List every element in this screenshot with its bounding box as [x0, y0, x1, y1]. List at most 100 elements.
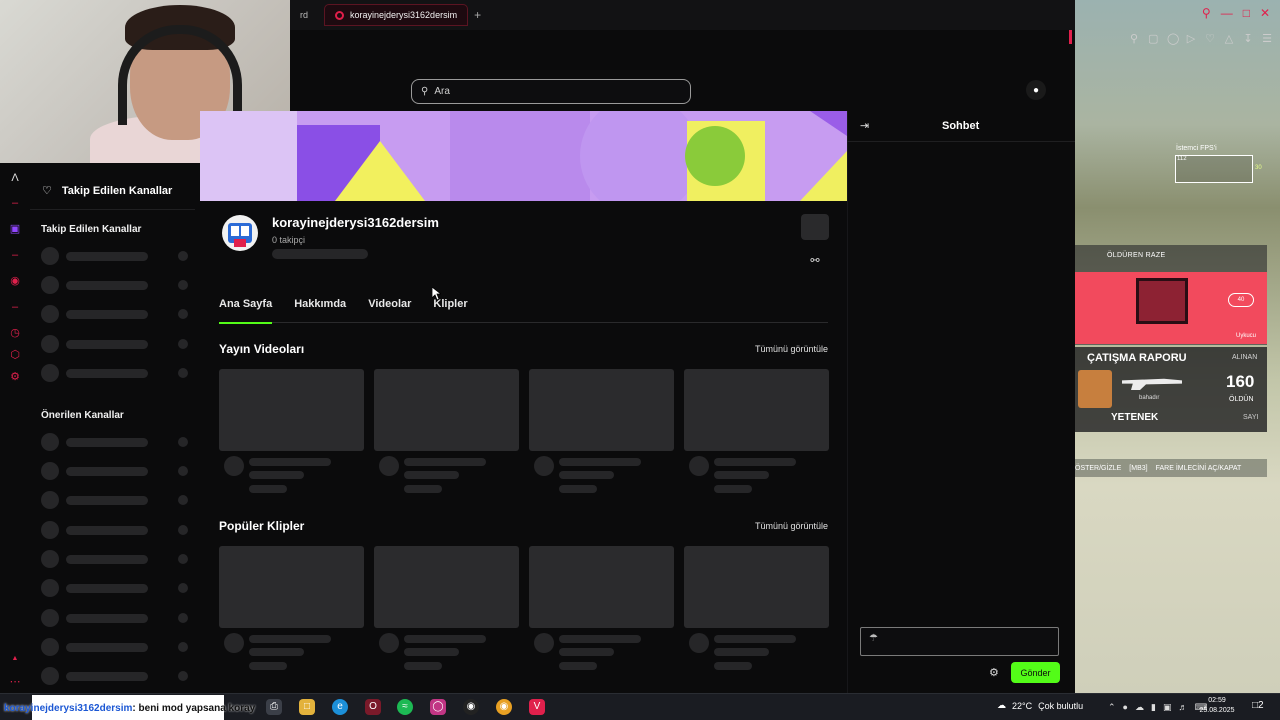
clock-icon[interactable]: ◷	[9, 327, 21, 339]
collapse-chat-icon[interactable]: ⇥	[860, 119, 869, 132]
dash-icon[interactable]: –	[9, 249, 21, 261]
tab-home[interactable]: Ana Sayfa	[219, 298, 273, 324]
hexagon-icon[interactable]: ⬡	[9, 349, 21, 361]
accent-marker	[1069, 30, 1072, 44]
history-icon[interactable]: △	[1224, 32, 1234, 45]
more-icon[interactable]: ⋯	[9, 676, 21, 688]
list-item[interactable]	[41, 462, 188, 480]
menu-icon[interactable]: ☰	[1262, 32, 1272, 45]
killer-title: Uykucu	[1236, 333, 1257, 339]
close-icon[interactable]: ✕	[1260, 6, 1270, 20]
notification-count: 2	[1258, 700, 1264, 711]
list-item[interactable]	[41, 305, 188, 323]
maximize-icon[interactable]: □	[1243, 6, 1250, 20]
list-item[interactable]	[41, 521, 188, 539]
dash-icon[interactable]: –	[9, 197, 21, 209]
toolbar-icons: ⚲ ▢ ◯ ▷ ♡ △ ↧ ☰	[1129, 32, 1272, 45]
chat-panel	[847, 111, 1075, 693]
list-item[interactable]	[41, 247, 188, 265]
agent-portrait-icon	[1078, 370, 1112, 408]
dash-icon[interactable]: –	[9, 301, 21, 313]
channel-banner	[200, 111, 847, 201]
valorant-icon[interactable]: V	[529, 699, 545, 715]
tab-videos[interactable]: Videolar	[368, 298, 411, 323]
video-card[interactable]	[684, 369, 829, 493]
tab-clips[interactable]: Klipler	[433, 298, 467, 323]
lock-icon: ☂	[869, 633, 878, 644]
clip-card[interactable]	[529, 546, 674, 670]
list-item[interactable]	[41, 335, 188, 353]
search-input[interactable]: ⚲ Ara	[411, 79, 691, 104]
download-icon[interactable]: ↧	[1243, 32, 1253, 45]
network-icon[interactable]: ▣	[1163, 702, 1172, 713]
tab-about[interactable]: Hakkımda	[294, 298, 346, 323]
obs-icon[interactable]: ◉	[463, 699, 479, 715]
clip-card[interactable]	[684, 546, 829, 670]
logo-icon[interactable]: Λ	[9, 172, 21, 184]
chat-title: Sohbet	[942, 120, 980, 132]
weather-temp: 22°C	[1012, 700, 1033, 711]
new-tab-button[interactable]: +	[474, 8, 481, 22]
list-item[interactable]	[41, 638, 188, 656]
shield-icon[interactable]: ◯	[1167, 32, 1179, 45]
spotify-icon[interactable]: ≈	[397, 699, 413, 715]
ticker-user: korayinejderysi3162dersim	[4, 703, 133, 714]
list-item[interactable]	[41, 550, 188, 568]
see-all-link[interactable]: Tümünü görüntüle	[755, 344, 828, 354]
list-item[interactable]	[41, 579, 188, 597]
video-card[interactable]	[374, 369, 519, 493]
damage-received-label: ALINAN	[1232, 354, 1258, 361]
twitch-icon[interactable]: ▣	[9, 223, 21, 235]
channel-avatar[interactable]	[222, 215, 258, 251]
minimize-icon[interactable]: —	[1221, 6, 1233, 20]
list-item[interactable]	[41, 433, 188, 451]
fps-secondary: 30	[1255, 165, 1262, 171]
search-icon[interactable]: ⚲	[1202, 6, 1211, 20]
user-avatar[interactable]: ●	[1026, 80, 1046, 100]
section-title: Popüler Klipler	[219, 519, 305, 533]
follow-button[interactable]	[801, 214, 829, 240]
ticker-message: korayinejderysi3162dersim: beni mod yaps…	[4, 703, 255, 714]
send-button[interactable]: Gönder	[1011, 662, 1060, 683]
video-card[interactable]	[529, 369, 674, 493]
chevron-up-icon[interactable]: ⌃	[1108, 702, 1116, 713]
chrome-icon[interactable]: ◉	[496, 699, 512, 715]
see-all-link[interactable]: Tümünü görüntüle	[755, 521, 828, 531]
circle-icon[interactable]: ◉	[9, 275, 21, 287]
clock[interactable]: 02:59 25.08.2025	[1197, 696, 1237, 716]
list-item[interactable]	[41, 364, 188, 382]
heart-icon[interactable]: ♡	[1205, 32, 1215, 45]
browser-tab-active[interactable]: korayinejderysi3162dersim	[324, 4, 469, 26]
share-icon[interactable]: ⚯	[808, 254, 822, 268]
weather-widget[interactable]: ☁ 22°C Çok bulutlu	[997, 700, 1083, 711]
list-item[interactable]	[41, 667, 188, 685]
gear-icon[interactable]: ⚙	[989, 666, 999, 679]
list-item[interactable]	[41, 276, 188, 294]
cloud-icon[interactable]: ☁	[1135, 702, 1144, 713]
instagram-icon[interactable]: ◯	[430, 699, 446, 715]
list-item[interactable]	[41, 609, 188, 627]
followed-channels-toggle[interactable]: ♡ Takip Edilen Kanallar	[30, 172, 195, 210]
gear-icon[interactable]: ⚙	[9, 371, 21, 383]
pin-icon[interactable]: ⚲	[1129, 32, 1139, 45]
edge-icon[interactable]: e	[332, 699, 348, 715]
chat-input[interactable]	[860, 627, 1059, 656]
printer-icon[interactable]: ⎙	[266, 699, 282, 715]
shortcut-icon[interactable]: ▲	[9, 653, 21, 665]
browser-tab-previous[interactable]: rd	[290, 4, 318, 26]
hint-bar: ÖSTER/GİZLE [MB3] FARE İMLECİNİ AÇ/KAPAT	[1075, 459, 1267, 477]
clip-card[interactable]	[374, 546, 519, 670]
clip-card[interactable]	[219, 546, 364, 670]
opera-icon[interactable]: O	[365, 699, 381, 715]
play-icon[interactable]: ▷	[1186, 32, 1196, 45]
app-tray-icon[interactable]: ●	[1123, 702, 1128, 713]
volume-icon[interactable]: ♬	[1178, 702, 1187, 713]
followed-heading: Takip Edilen Kanallar	[41, 224, 142, 235]
list-item[interactable]	[41, 491, 188, 509]
folder-icon[interactable]: □	[299, 699, 315, 715]
banner-art	[200, 111, 847, 201]
video-card[interactable]	[219, 369, 364, 493]
notification-icon[interactable]: □2	[1252, 700, 1264, 711]
battery-icon[interactable]: ▮	[1151, 702, 1156, 713]
crop-icon[interactable]: ▢	[1148, 32, 1158, 45]
